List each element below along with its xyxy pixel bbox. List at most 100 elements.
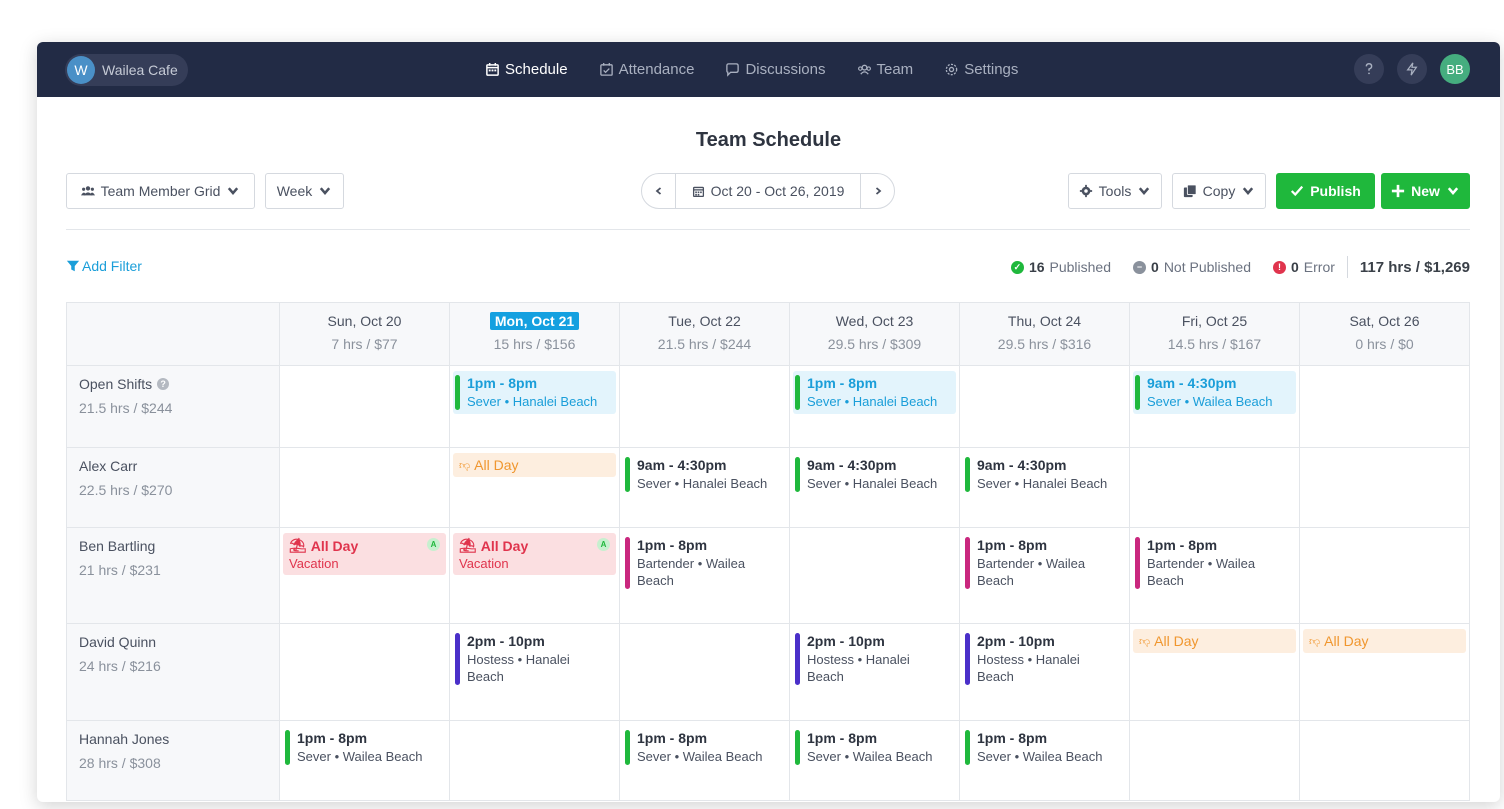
error-stat[interactable]: ! 0 Error	[1272, 259, 1335, 275]
day-cell[interactable]	[279, 366, 449, 447]
add-filter-link[interactable]: Add Filter	[66, 258, 142, 274]
day-cell[interactable]: 1pm - 8pm Sever • Hanalei Beach	[789, 366, 959, 447]
help-button[interactable]	[1354, 54, 1384, 84]
day-cell[interactable]: 2pm - 10pm Hostess • Hanalei Beach	[959, 624, 1129, 720]
member-summary: 21 hrs / $231	[79, 562, 161, 578]
day-cell[interactable]: 1pm - 8pm Bartender • Wailea Beach	[619, 528, 789, 623]
open-shift[interactable]: 1pm - 8pm Sever • Hanalei Beach	[793, 371, 956, 414]
shift-block[interactable]: 1pm - 8pm Bartender • Wailea Beach	[963, 533, 1126, 593]
day-name: Wed, Oct 23	[835, 313, 914, 329]
shift-block[interactable]: 1pm - 8pm Bartender • Wailea Beach	[623, 533, 786, 593]
nav-settings[interactable]: Settings	[944, 61, 1018, 78]
vacation-block[interactable]: ⛱ All Day Vacation A	[283, 533, 446, 575]
company-switcher[interactable]: W Wailea Cafe	[65, 53, 188, 86]
nav-team[interactable]: Team	[857, 61, 913, 78]
day-cell[interactable]: 1pm - 8pm Sever • Wailea Beach	[279, 721, 449, 800]
day-cell[interactable]: ⛱ All Day Vacation A	[449, 528, 619, 623]
shift-block[interactable]: 1pm - 8pm Bartender • Wailea Beach	[1133, 533, 1296, 593]
day-header[interactable]: Mon, Oct 21 15 hrs / $156	[449, 303, 619, 365]
member-cell[interactable]: Ben Bartling 21 hrs / $231	[67, 528, 279, 623]
day-cell[interactable]: 2pm - 10pm Hostess • Hanalei Beach	[789, 624, 959, 720]
day-cell[interactable]: ⛱ All Day Vacation A	[279, 528, 449, 623]
shift-block[interactable]: 1pm - 8pm Sever • Wailea Beach	[283, 726, 446, 769]
day-cell[interactable]	[1129, 448, 1299, 527]
shift-time: 1pm - 8pm	[637, 537, 708, 553]
day-cell[interactable]: 1pm - 8pm Sever • Wailea Beach	[789, 721, 959, 800]
view-selector[interactable]: Team Member Grid	[66, 173, 255, 209]
nav-attendance[interactable]: Attendance	[599, 61, 694, 78]
day-cell[interactable]	[619, 366, 789, 447]
member-cell[interactable]: Alex Carr 22.5 hrs / $270	[67, 448, 279, 527]
shift-block[interactable]: 1pm - 8pm Sever • Wailea Beach	[623, 726, 786, 769]
day-cell[interactable]	[1129, 721, 1299, 800]
help-icon[interactable]: ?	[157, 378, 170, 390]
member-cell[interactable]: Open Shifts? 21.5 hrs / $244	[67, 366, 279, 447]
day-cell[interactable]: 1pm - 8pm Sever • Hanalei Beach	[449, 366, 619, 447]
day-cell[interactable]	[619, 624, 789, 720]
new-button[interactable]: New	[1381, 173, 1470, 209]
day-cell[interactable]	[1299, 448, 1469, 527]
day-cell[interactable]: 1pm - 8pm Bartender • Wailea Beach	[1129, 528, 1299, 623]
nav-settings-label: Settings	[964, 61, 1019, 78]
day-header[interactable]: Sun, Oct 20 7 hrs / $77	[279, 303, 449, 365]
nav-schedule[interactable]: Schedule	[485, 61, 568, 78]
day-cell[interactable]	[789, 528, 959, 623]
published-stat[interactable]: ✓ 16 Published	[1010, 259, 1111, 275]
period-selector[interactable]: Week	[265, 173, 344, 209]
shift-block[interactable]: 9am - 4:30pm Sever • Hanalei Beach	[623, 453, 786, 496]
day-cell[interactable]	[449, 721, 619, 800]
shift-block[interactable]: 2pm - 10pm Hostess • Hanalei Beach	[793, 629, 956, 689]
day-cell[interactable]: 9am - 4:30pm Sever • Hanalei Beach	[959, 448, 1129, 527]
day-header[interactable]: Thu, Oct 24 29.5 hrs / $316	[959, 303, 1129, 365]
copy-button[interactable]: Copy	[1172, 173, 1266, 209]
member-cell[interactable]: David Quinn 24 hrs / $216	[67, 624, 279, 720]
shift-detail: Sever • Wailea Beach	[297, 749, 423, 764]
shift-block[interactable]: 9am - 4:30pm Sever • Hanalei Beach	[793, 453, 956, 496]
day-cell[interactable]: 1pm - 8pm Bartender • Wailea Beach	[959, 528, 1129, 623]
tools-button[interactable]: Tools	[1068, 173, 1162, 209]
day-cell[interactable]	[1299, 366, 1469, 447]
whats-new-button[interactable]	[1397, 54, 1427, 84]
day-header[interactable]: Sat, Oct 26 0 hrs / $0	[1299, 303, 1469, 365]
shift-block[interactable]: 9am - 4:30pm Sever • Hanalei Beach	[963, 453, 1126, 496]
error-label: Error	[1303, 259, 1335, 275]
day-cell[interactable]	[1299, 528, 1469, 623]
day-header[interactable]: Wed, Oct 23 29.5 hrs / $309	[789, 303, 959, 365]
vacation-block[interactable]: ⛱ All Day Vacation A	[453, 533, 616, 575]
shift-block[interactable]: 1pm - 8pm Sever • Wailea Beach	[963, 726, 1126, 769]
shift-detail: Sever • Hanalei Beach	[807, 394, 938, 409]
user-avatar[interactable]: BB	[1440, 54, 1470, 84]
day-cell[interactable]	[959, 366, 1129, 447]
day-cell[interactable]: 👎︎ All Day	[1129, 624, 1299, 720]
not-published-stat[interactable]: − 0 Not Published	[1133, 259, 1251, 275]
day-cell[interactable]	[279, 624, 449, 720]
unavailable-block[interactable]: 👎︎ All Day	[1303, 629, 1466, 653]
date-range-picker[interactable]: Oct 20 - Oct 26, 2019	[675, 174, 861, 208]
day-cell[interactable]: 👎︎ All Day	[449, 448, 619, 527]
shift-block[interactable]: 2pm - 10pm Hostess • Hanalei Beach	[453, 629, 616, 689]
prev-week-button[interactable]	[642, 174, 675, 208]
unavailable-block[interactable]: 👎︎ All Day	[1133, 629, 1296, 653]
day-cell[interactable]: 2pm - 10pm Hostess • Hanalei Beach	[449, 624, 619, 720]
shift-color-bar	[625, 457, 630, 492]
day-cell[interactable]: 9am - 4:30pm Sever • Hanalei Beach	[619, 448, 789, 527]
day-cell[interactable]: 1pm - 8pm Sever • Wailea Beach	[959, 721, 1129, 800]
nav-discussions[interactable]: Discussions	[725, 61, 826, 78]
shift-block[interactable]: 2pm - 10pm Hostess • Hanalei Beach	[963, 629, 1126, 689]
day-header[interactable]: Tue, Oct 22 21.5 hrs / $244	[619, 303, 789, 365]
day-cell[interactable]: 👎︎ All Day	[1299, 624, 1469, 720]
day-cell[interactable]: 9am - 4:30pm Sever • Wailea Beach	[1129, 366, 1299, 447]
publish-button[interactable]: Publish	[1276, 173, 1375, 209]
shift-block[interactable]: 1pm - 8pm Sever • Wailea Beach	[793, 726, 956, 769]
day-cell[interactable]	[1299, 721, 1469, 800]
day-header[interactable]: Fri, Oct 25 14.5 hrs / $167	[1129, 303, 1299, 365]
open-shift[interactable]: 1pm - 8pm Sever • Hanalei Beach	[453, 371, 616, 414]
member-name-text: Alex Carr	[79, 458, 138, 474]
member-cell[interactable]: Hannah Jones 28 hrs / $308	[67, 721, 279, 800]
day-cell[interactable]: 1pm - 8pm Sever • Wailea Beach	[619, 721, 789, 800]
unavailable-block[interactable]: 👎︎ All Day	[453, 453, 616, 477]
open-shift[interactable]: 9am - 4:30pm Sever • Wailea Beach	[1133, 371, 1296, 414]
day-cell[interactable]	[279, 448, 449, 527]
day-cell[interactable]: 9am - 4:30pm Sever • Hanalei Beach	[789, 448, 959, 527]
next-week-button[interactable]	[861, 174, 894, 208]
